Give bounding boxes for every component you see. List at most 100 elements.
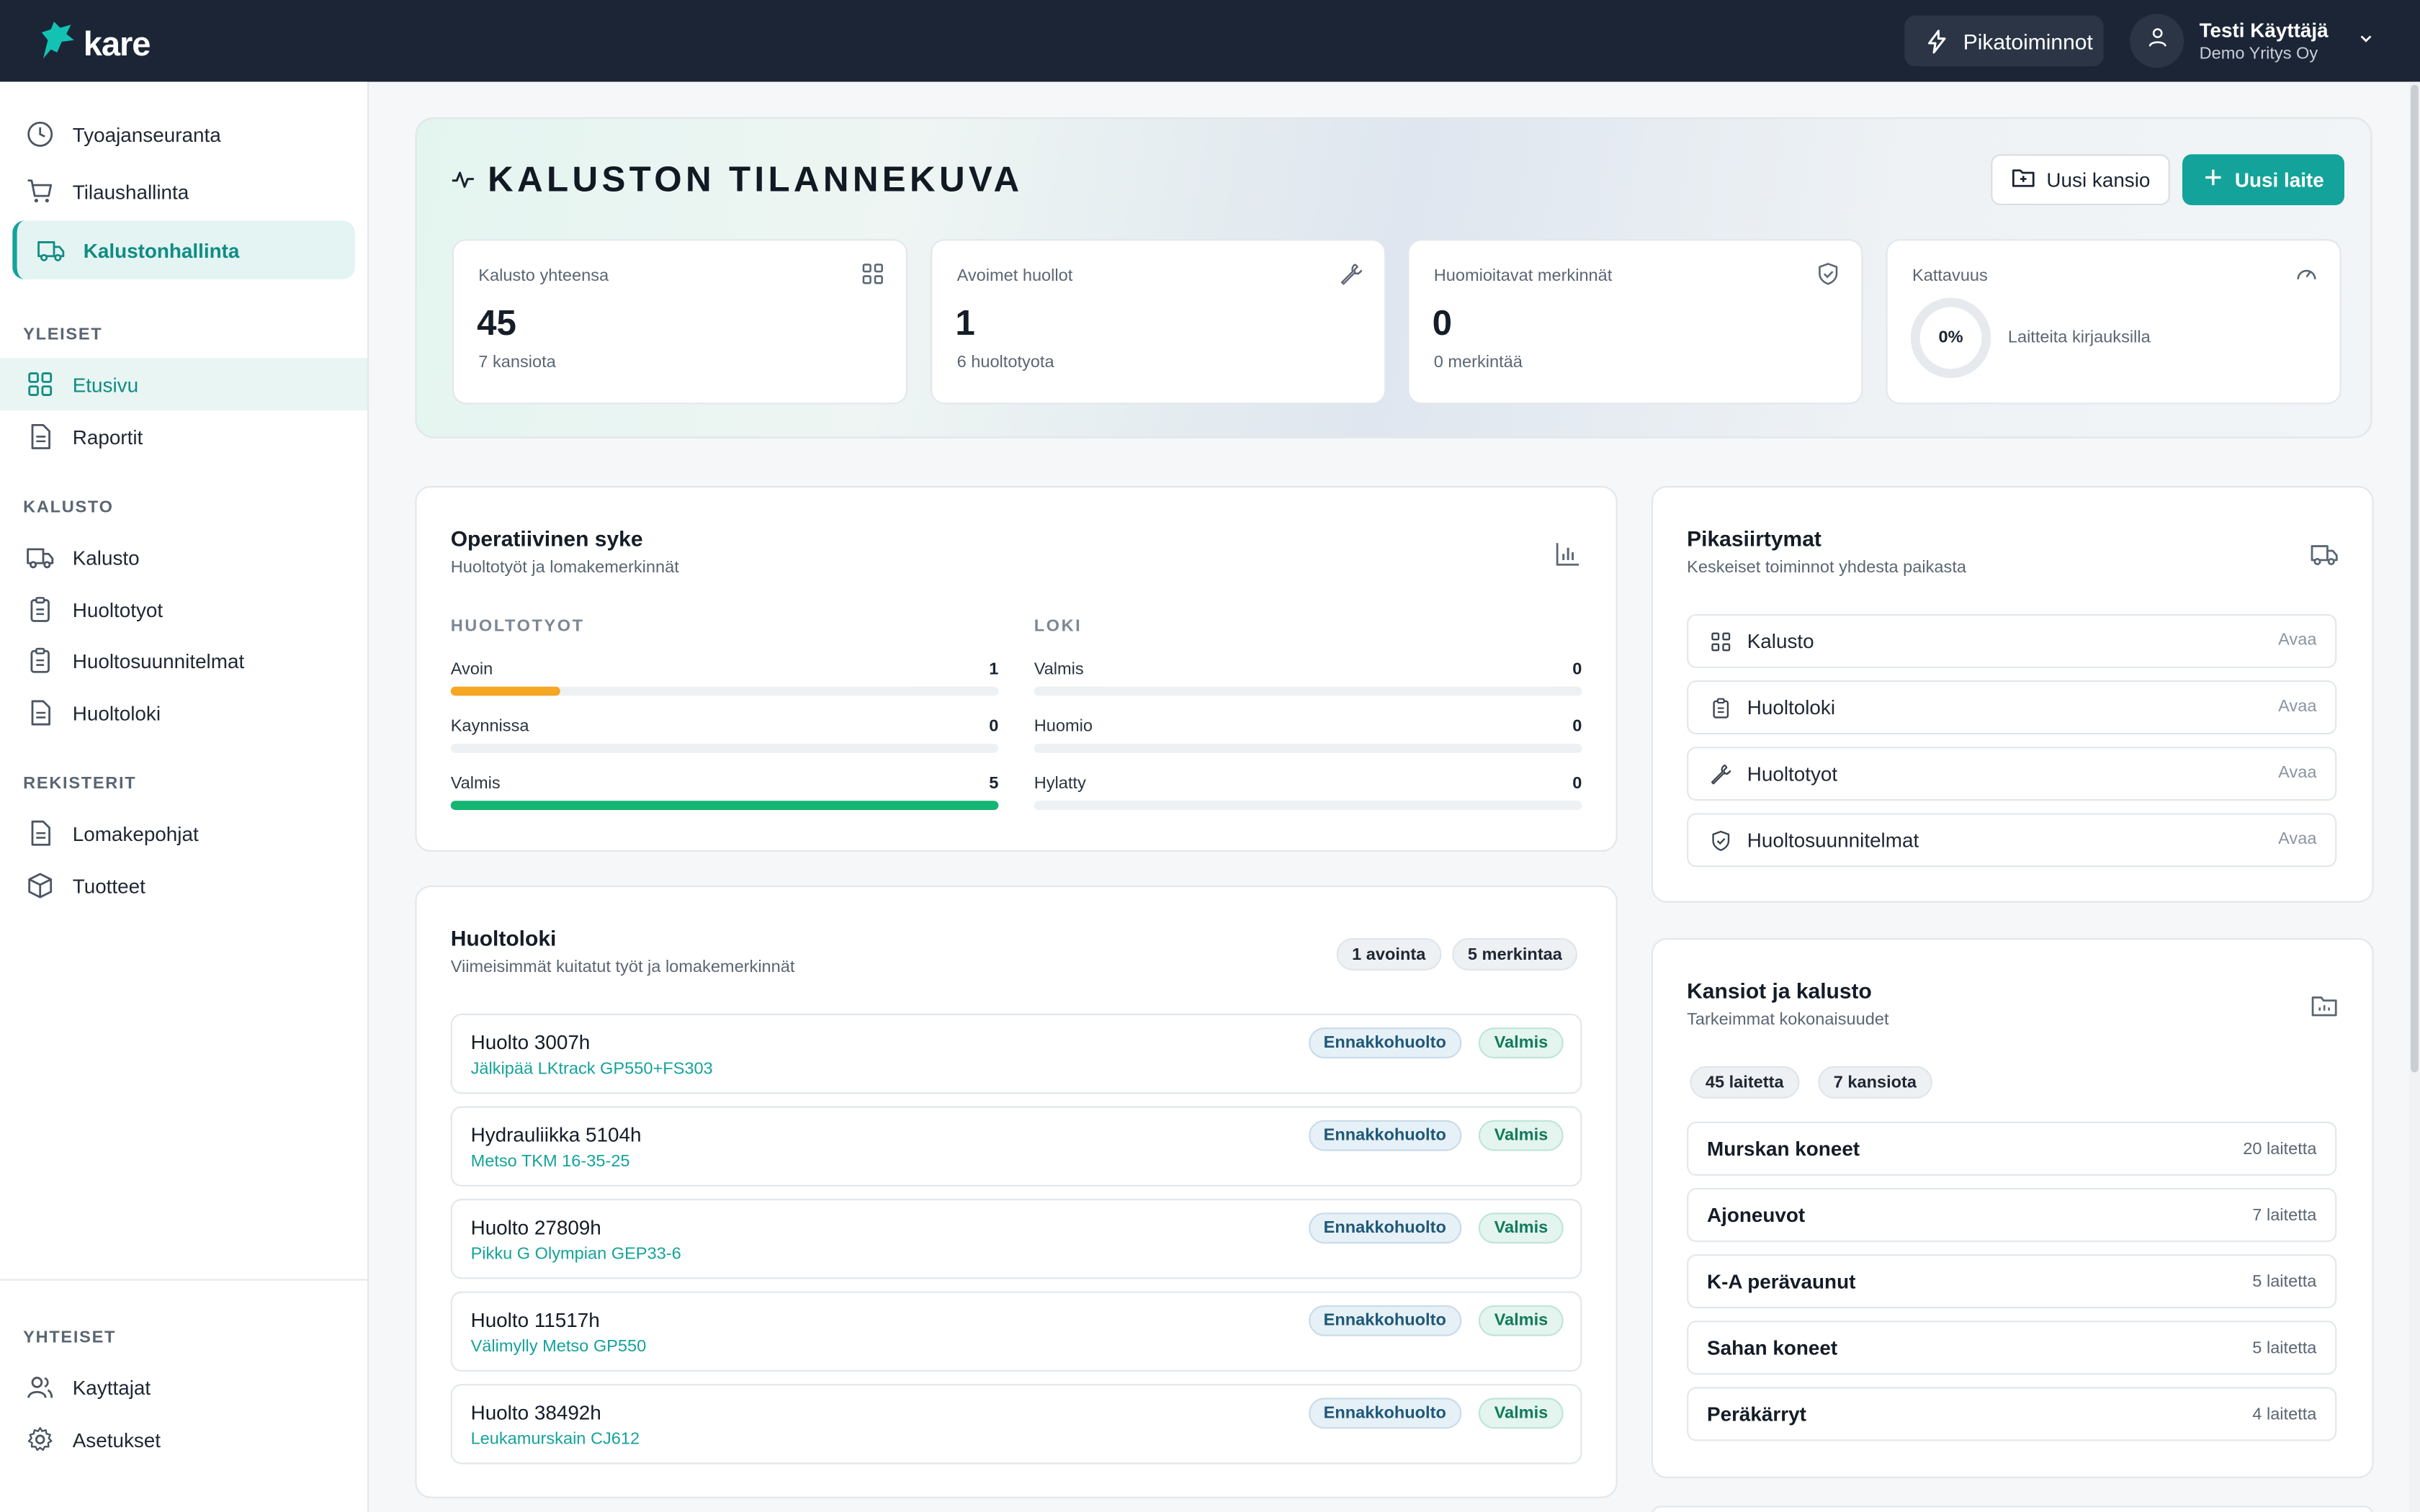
stat-card-open-services[interactable]: Avoimet huollot 1 6 huoltotyota bbox=[931, 239, 1386, 405]
stat-value: 45 bbox=[477, 302, 516, 343]
fleet-overview-hero: KALUSTON TILANNEKUVA Uusi kansio Uusi la… bbox=[415, 117, 2372, 438]
clipboard-icon bbox=[1707, 693, 1735, 721]
clipboard-icon bbox=[26, 595, 54, 624]
status-badge: Valmis bbox=[1479, 1305, 1564, 1336]
folder-row[interactable]: K-A perävaunut 5 laitetta bbox=[1687, 1254, 2337, 1309]
page-scrollbar[interactable] bbox=[2409, 81, 2420, 1512]
shortcut-label: Huoltosuunnitelmat bbox=[1747, 828, 1919, 852]
bar-track bbox=[450, 743, 999, 753]
folders-card: Kansiot ja kalusto Tarkeimmat kokonaisuu… bbox=[1651, 937, 2374, 1478]
sidebar-item-asetukset[interactable]: Asetukset bbox=[0, 1413, 367, 1466]
shortcut-huoltosuunnitelmat[interactable]: Huoltosuunnitelmat Avaa bbox=[1687, 813, 2337, 868]
folder-row[interactable]: Ajoneuvot 7 laitetta bbox=[1687, 1188, 2337, 1242]
shield-icon bbox=[1707, 827, 1735, 855]
shortcut-open-link[interactable]: Avaa bbox=[2278, 698, 2316, 716]
card-subtitle: Tarkeimmat kokonaisuudet bbox=[1687, 1010, 1889, 1030]
scrollbar-thumb[interactable] bbox=[2411, 84, 2419, 1073]
folder-name: Peräkärryt bbox=[1707, 1402, 1806, 1426]
log-device-link[interactable]: Välimylly Metso GP550 bbox=[471, 1338, 647, 1356]
clipboard-icon bbox=[26, 647, 54, 675]
users-icon bbox=[26, 1373, 54, 1401]
bar-row: Kaynnissa 0 bbox=[450, 717, 999, 763]
user-name: Testi Käyttäjä bbox=[2199, 18, 2329, 42]
user-org: Demo Yritys Oy bbox=[2199, 45, 2318, 63]
bar-label: Kaynnissa bbox=[450, 717, 529, 737]
bar-label: Avoin bbox=[450, 660, 493, 679]
stat-value: 0 bbox=[1432, 302, 1452, 343]
sidebar-item-huoltoloki[interactable]: Huoltoloki bbox=[0, 687, 367, 739]
grid-icon bbox=[861, 262, 884, 293]
folder-count: 20 laitetta bbox=[2243, 1140, 2317, 1159]
lightning-icon bbox=[1923, 27, 1951, 55]
status-badge: Valmis bbox=[1479, 1212, 1564, 1244]
sidebar-item-kayttajat[interactable]: Kayttajat bbox=[0, 1361, 367, 1413]
shortcut-open-link[interactable]: Avaa bbox=[2278, 830, 2316, 849]
sidebar-item-label: Kalustonhallinta bbox=[83, 238, 240, 262]
shortcut-open-link[interactable]: Avaa bbox=[2278, 631, 2316, 649]
shortcut-kalusto[interactable]: Kalusto Avaa bbox=[1687, 613, 2337, 668]
card-title: Kansiot ja kalusto bbox=[1687, 978, 1872, 1003]
sidebar-item-kalusto[interactable]: Kalusto bbox=[0, 531, 367, 583]
folder-row[interactable]: Sahan koneet 5 laitetta bbox=[1687, 1320, 2337, 1375]
sidebar-item-label: Tilaushallinta bbox=[72, 179, 189, 203]
user-menu[interactable]: Testi Käyttäjä Demo Yritys Oy bbox=[2130, 12, 2375, 69]
log-row[interactable]: Huolto 38492h Leukamurskain CJ612 Ennakkoh… bbox=[450, 1384, 1582, 1464]
log-row[interactable]: Hydrauliikka 5104h Metso TKM 16-35-25 Enna… bbox=[450, 1106, 1582, 1187]
folder-row[interactable]: Peräkärryt 4 laitetta bbox=[1687, 1387, 2337, 1441]
log-row[interactable]: Huolto 3007h Jälkipää LKtrack GP550+FS303… bbox=[450, 1013, 1582, 1094]
log-row[interactable]: Huolto 11517h Välimylly Metso GP550 Ennakk… bbox=[450, 1291, 1582, 1372]
sidebar-item-tilaushallinta[interactable]: Tilaushallinta bbox=[0, 165, 367, 217]
operative-pulse-card: Operatiivinen syke Huoltotyöt ja lomakem… bbox=[415, 486, 1618, 852]
sidebar-item-huoltosuunnitelmat[interactable]: Huoltosuunnitelmat bbox=[0, 634, 367, 687]
bar-row: Huomio 0 bbox=[1034, 717, 1582, 763]
log-title: Huolto 27809h bbox=[470, 1215, 601, 1239]
log-device-link[interactable]: Leukamurskain CJ612 bbox=[471, 1430, 640, 1449]
brand-name: kare bbox=[83, 24, 151, 63]
sidebar-item-huoltotyot[interactable]: Huoltotyot bbox=[0, 583, 367, 636]
bar-chart-icon[interactable] bbox=[1554, 540, 1582, 575]
sidebar-item-tyoajanseuranta[interactable]: Tyoajanseuranta bbox=[0, 108, 367, 161]
stat-card-fleet-total[interactable]: Kalusto yhteensa 45 7 kansiota bbox=[452, 239, 908, 405]
shortcut-huoltoloki[interactable]: Huoltoloki Avaa bbox=[1687, 680, 2337, 734]
new-folder-button[interactable]: Uusi kansio bbox=[1991, 154, 2171, 205]
sidebar-item-label: Huoltosuunnitelmat bbox=[72, 649, 245, 672]
new-device-button[interactable]: Uusi laite bbox=[2182, 154, 2344, 205]
bar-row: Hylatty 0 bbox=[1034, 775, 1582, 821]
bar-value: 0 bbox=[1572, 660, 1582, 679]
log-row[interactable]: Huolto 27809h Pikku G Olympian GEP33-6 Enn… bbox=[450, 1199, 1582, 1279]
bar-label: Huomio bbox=[1034, 717, 1093, 737]
log-device-link[interactable]: Jälkipää LKtrack GP550+FS303 bbox=[471, 1060, 713, 1079]
sidebar-item-etusivu[interactable]: Etusivu bbox=[0, 358, 367, 410]
log-device-link[interactable]: Pikku G Olympian GEP33-6 bbox=[471, 1245, 681, 1264]
folder-row[interactable]: Murskan koneet 20 laitetta bbox=[1687, 1121, 2337, 1176]
folder-icon[interactable] bbox=[2311, 992, 2339, 1027]
log-title: Huolto 11517h bbox=[470, 1308, 600, 1332]
grid-icon bbox=[1707, 627, 1735, 655]
folders-count-pill: 7 kansiota bbox=[1818, 1066, 1932, 1099]
shortcut-huoltotyot[interactable]: Huoltotyot Avaa bbox=[1687, 747, 2337, 801]
service-log-card: Huoltoloki Viimeisimmät kuitatut työt ja… bbox=[415, 886, 1618, 1498]
new-folder-label: Uusi kansio bbox=[2046, 168, 2151, 192]
sidebar-item-tuotteet[interactable]: Tuotteet bbox=[0, 860, 367, 912]
section-yleiset: YLEISET bbox=[23, 325, 103, 344]
sidebar-item-label: Kayttajat bbox=[72, 1375, 151, 1399]
box-icon bbox=[26, 872, 54, 900]
section-kalusto: KALUSTO bbox=[23, 498, 114, 517]
bar-value: 0 bbox=[1572, 717, 1582, 737]
clock-icon bbox=[26, 120, 54, 148]
entries-count-pill: 5 merkintaa bbox=[1452, 937, 1578, 971]
brand-logo[interactable]: kare bbox=[37, 19, 151, 70]
sidebar-item-lomakepohjat[interactable]: Lomakepohjat bbox=[0, 807, 367, 860]
shortcut-label: Kalusto bbox=[1747, 629, 1814, 653]
card-subtitle: Huoltotyöt ja lomakemerkinnät bbox=[450, 558, 679, 577]
log-device-link[interactable]: Metso TKM 16-35-25 bbox=[471, 1153, 630, 1171]
stat-sub: 6 huoltotyota bbox=[956, 353, 1054, 372]
stat-card-notable-entries[interactable]: Huomioitavat merkinnät 0 0 merkintää bbox=[1407, 239, 1863, 405]
sidebar-item-raportit[interactable]: Raportit bbox=[0, 410, 367, 463]
sidebar-item-kalustonhallinta[interactable]: Kalustonhallinta bbox=[12, 220, 355, 279]
folder-name: Murskan koneet bbox=[1707, 1137, 1860, 1161]
log-title: Huolto 38492h bbox=[470, 1400, 601, 1424]
quick-actions-button[interactable]: Pikatoiminnot bbox=[1904, 15, 2104, 67]
shortcut-open-link[interactable]: Avaa bbox=[2278, 764, 2316, 783]
stat-card-coverage[interactable]: Kattavuus 0% Laitteita kirjauksilla bbox=[1886, 239, 2341, 405]
